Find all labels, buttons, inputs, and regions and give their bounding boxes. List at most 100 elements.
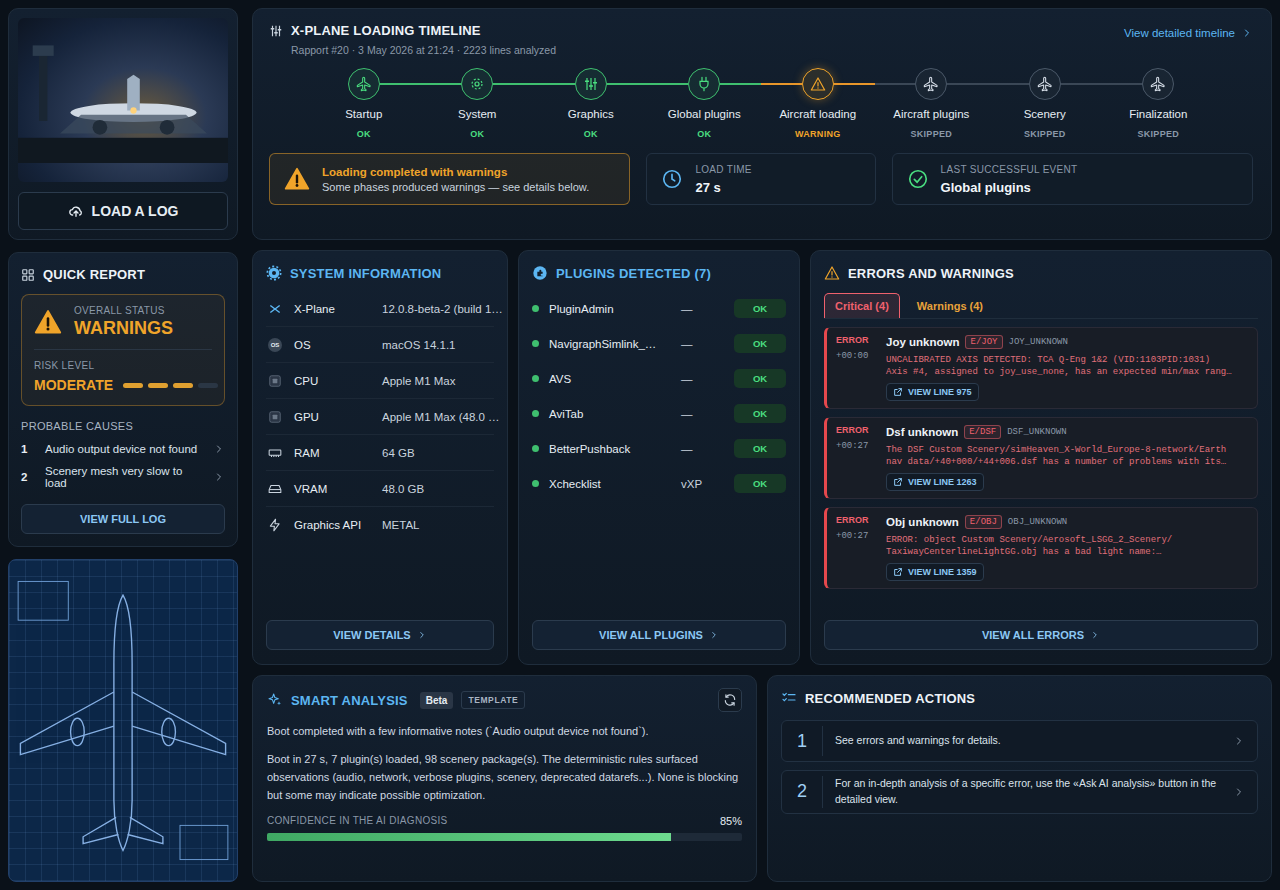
plane-icon xyxy=(1037,76,1053,92)
timeline-subtitle: Rapport #20 · 3 May 2026 at 21:24 · 2223… xyxy=(291,44,556,56)
plugin-status-dot xyxy=(532,480,539,487)
refresh-icon xyxy=(723,693,737,707)
error-message-line: nav data/+40+000/+44+006.dsf has a numbe… xyxy=(886,456,1247,468)
action-item[interactable]: 1See errors and warnings for details. xyxy=(781,720,1258,762)
drive-icon xyxy=(268,482,282,496)
view-all-errors-button[interactable]: VIEW ALL ERRORS xyxy=(824,620,1258,650)
plugin-row[interactable]: NavigraphSimlink_… — OK xyxy=(532,326,786,361)
plugin-version: — xyxy=(681,338,724,350)
plugins-list: PluginAdmin—OK NavigraphSimlink_… — OK AVS—O… xyxy=(532,291,786,610)
system-row: OSOSmacOS 14.1.1 xyxy=(266,327,494,363)
gear-icon xyxy=(469,76,485,92)
refresh-button[interactable] xyxy=(718,688,742,712)
system-row: Graphics APIMETAL xyxy=(266,507,494,542)
error-meta: ERROR+00:00 xyxy=(836,335,878,401)
view-line-label: VIEW LINE 975 xyxy=(908,387,972,397)
errors-title: ERRORS AND WARNINGS xyxy=(848,266,1014,281)
chevron-right-icon xyxy=(1090,630,1100,640)
error-body: Dsf unknownE/DSFDSF_UNKNOWNThe DSF Custo… xyxy=(886,425,1247,491)
errors-tab[interactable]: Warnings (4) xyxy=(906,293,994,318)
step-circle xyxy=(348,68,380,100)
view-all-plugins-button[interactable]: VIEW ALL PLUGINS xyxy=(532,620,786,650)
timeline-title-row: X-PLANE LOADING TIMELINE xyxy=(269,23,556,38)
overall-status: OVERALL STATUSWARNINGS xyxy=(34,305,212,339)
loading-timeline: X-PLANE LOADING TIMELINE Rapport #20 · 3 … xyxy=(252,8,1272,240)
status-divider xyxy=(34,349,212,350)
system-title: SYSTEM INFORMATION xyxy=(290,266,441,281)
risk-segment xyxy=(123,383,143,388)
error-meta: ERROR+00:27 xyxy=(836,515,878,581)
plugins-title: PLUGINS DETECTED (7) xyxy=(556,266,711,281)
chevron-right-icon xyxy=(213,443,225,455)
error-message-line: ERROR: object Custom Scenery/Aerosoft_LS… xyxy=(886,534,1247,546)
timeline-step[interactable]: Aircraft pluginsSKIPPED xyxy=(875,68,989,139)
detailed-timeline-label: View detailed timeline xyxy=(1124,27,1235,39)
plugin-row[interactable]: AviTab—OK xyxy=(532,396,786,431)
actions-title: RECOMMENDED ACTIONS xyxy=(805,691,975,706)
plugin-row[interactable]: BetterPushback—OK xyxy=(532,431,786,466)
probable-cause[interactable]: 1Audio output device not found xyxy=(21,438,225,460)
step-connector xyxy=(1061,83,1102,85)
risk-segment xyxy=(173,383,193,388)
timeline-step[interactable]: FinalizationSKIPPED xyxy=(1102,68,1216,139)
plugin-row[interactable]: XchecklistvXPOK xyxy=(532,466,786,501)
overall-status-value: WARNINGS xyxy=(74,318,173,339)
view-line-button[interactable]: VIEW LINE 1263 xyxy=(886,473,984,491)
detailed-timeline-link[interactable]: View detailed timeline xyxy=(1124,27,1253,39)
view-details-button[interactable]: VIEW DETAILS xyxy=(266,620,494,650)
load-time: LOAD TIME27 s xyxy=(646,153,875,205)
warning-summary-title: Loading completed with warnings xyxy=(322,166,589,178)
chip-icon xyxy=(268,410,282,424)
timeline-step[interactable]: ScenerySKIPPED xyxy=(988,68,1102,139)
plugin-row[interactable]: AVS—OK xyxy=(532,361,786,396)
error-message-line: UNCALIBRATED AXIS DETECTED: TCA Q-Eng 1&… xyxy=(886,354,1247,366)
quick-report: QUICK REPORTOVERALL STATUSWARNINGSRISK L… xyxy=(8,252,238,547)
timeline-step[interactable]: GraphicsOK xyxy=(534,68,648,139)
template-badge: TEMPLATE xyxy=(461,691,525,709)
blueprint-image xyxy=(8,559,238,882)
plane-icon xyxy=(923,76,939,92)
step-circle xyxy=(915,68,947,100)
warning-icon xyxy=(284,166,310,192)
error-level: ERROR xyxy=(836,425,878,435)
plugin-row[interactable]: PluginAdmin—OK xyxy=(532,291,786,326)
details-row: SYSTEM INFORMATIONX-Plane12.0.8-beta-2 (… xyxy=(252,250,1272,665)
timeline-step[interactable]: StartupOK xyxy=(307,68,421,139)
error-meta: ERROR+00:27 xyxy=(836,425,878,491)
ram-icon xyxy=(268,446,282,460)
plugin-status: OK xyxy=(734,334,786,353)
probable-cause[interactable]: 2Scenery mesh very slow to load xyxy=(21,460,225,494)
step-circle xyxy=(461,68,493,100)
action-separator xyxy=(822,776,823,808)
confidence-row: CONFIDENCE IN THE AI DIAGNOSIS85% xyxy=(267,815,742,827)
action-separator xyxy=(822,726,823,756)
view-line-button[interactable]: VIEW LINE 1359 xyxy=(886,563,984,581)
view-line-button[interactable]: VIEW LINE 975 xyxy=(886,383,979,401)
os-icon: OS xyxy=(268,338,282,352)
plugin-status-dot xyxy=(532,410,539,417)
plugin-status: OK xyxy=(734,439,786,458)
error-title-row: Obj unknownE/OBJOBJ_UNKNOWN xyxy=(886,515,1247,529)
timeline-step[interactable]: SystemOK xyxy=(421,68,535,139)
system-information: SYSTEM INFORMATIONX-Plane12.0.8-beta-2 (… xyxy=(252,250,508,665)
plugin-version: — xyxy=(681,373,724,385)
system-row: GPUApple M1 Max (48.0 … xyxy=(266,399,494,435)
load-log-button[interactable]: LOAD A LOG xyxy=(18,192,228,230)
chevron-right-icon xyxy=(1241,27,1253,39)
plugin-name: NavigraphSimlink_… xyxy=(549,338,671,350)
errors-tab[interactable]: Critical (4) xyxy=(824,293,900,318)
step-connector xyxy=(875,83,916,85)
chevron-right-icon xyxy=(709,630,719,640)
plugin-status-dot xyxy=(532,375,539,382)
timeline-step[interactable]: Global pluginsOK xyxy=(648,68,762,139)
error-tag: E/OBJ xyxy=(965,515,1002,529)
step-track xyxy=(761,68,875,100)
view-full-log-button[interactable]: VIEW FULL LOG xyxy=(21,504,225,534)
system-row: VRAM48.0 GB xyxy=(266,471,494,507)
timeline-step[interactable]: Aircraft loadingWARNING xyxy=(761,68,875,139)
check-circle-icon xyxy=(907,168,929,190)
last-event-texts: LAST SUCCESSFUL EVENTGlobal plugins xyxy=(941,164,1078,195)
main-area: X-PLANE LOADING TIMELINE Rapport #20 · 3 … xyxy=(252,8,1272,882)
action-item[interactable]: 2For an in-depth analysis of a specific … xyxy=(781,770,1258,814)
step-status: SKIPPED xyxy=(1024,129,1066,139)
